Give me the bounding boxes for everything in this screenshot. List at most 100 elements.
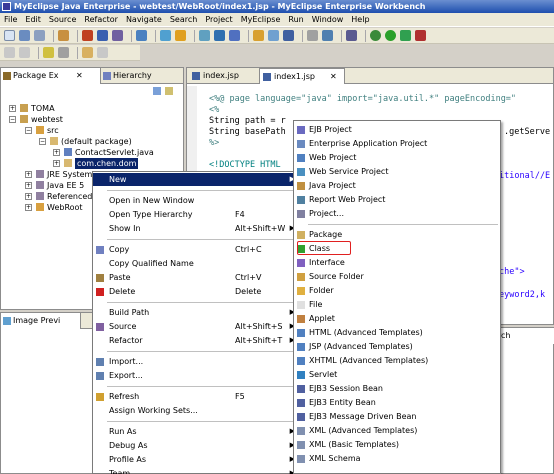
expand-icon[interactable]: + xyxy=(25,193,32,200)
collapse-icon[interactable]: − xyxy=(9,116,16,123)
new-menu-item-servlet[interactable]: Servlet xyxy=(294,368,500,381)
external-tools-icon[interactable] xyxy=(400,30,411,41)
new-menu-item-xml-schema[interactable]: XML Schema xyxy=(294,452,500,465)
new-menu-item-xml-advanced-templates[interactable]: XML (Advanced Templates) xyxy=(294,424,500,437)
forward-icon[interactable] xyxy=(97,47,108,58)
collapse-icon[interactable]: − xyxy=(39,138,46,145)
new-menu-item-web-project[interactable]: Web Project xyxy=(294,151,500,164)
new-menu-item-ejb3-session-bean[interactable]: EJB3 Session Bean xyxy=(294,382,500,395)
new-icon[interactable] xyxy=(4,30,15,41)
server-icon[interactable] xyxy=(82,30,93,41)
code-line-6[interactable]: <!DOCTYPE HTML xyxy=(209,160,281,171)
print-icon[interactable] xyxy=(34,30,45,41)
browser-icon[interactable] xyxy=(136,30,147,41)
menu-window[interactable]: Window xyxy=(312,15,344,24)
code-line-2[interactable]: <% xyxy=(209,105,219,116)
new-menu-item-jsp-advanced-templates[interactable]: JSP (Advanced Templates) xyxy=(294,340,500,353)
deploy-icon[interactable] xyxy=(97,30,108,41)
new-jsp-icon[interactable] xyxy=(199,30,210,41)
debug-icon[interactable] xyxy=(370,30,381,41)
tab-hierarchy[interactable]: Hierarchy xyxy=(101,68,185,84)
context-menu-item-copy[interactable]: Copy Ctrl+C xyxy=(93,243,299,256)
code-line-5[interactable]: %> xyxy=(209,138,219,149)
context-menu-item-assign-working-sets[interactable]: Assign Working Sets... xyxy=(93,404,299,417)
context-menu-item-show-in[interactable]: Show InAlt+Shift+W▶ xyxy=(93,222,299,235)
new-menu-item-web-service-project[interactable]: Web Service Project xyxy=(294,165,500,178)
context-menu-item-open-in-new-window[interactable]: Open in New Window xyxy=(93,194,299,207)
prev-annotation-icon[interactable] xyxy=(58,47,69,58)
web-icon[interactable] xyxy=(160,30,171,41)
run-icon[interactable] xyxy=(385,30,396,41)
menu-edit[interactable]: Edit xyxy=(25,15,41,24)
new-menu-item-project[interactable]: Project... xyxy=(294,207,500,220)
close-icon[interactable]: ✕ xyxy=(76,68,83,84)
context-menu-item-new[interactable]: New▶ xyxy=(93,173,299,186)
code-line-3[interactable]: String path = r xyxy=(209,116,286,127)
context-menu-item-team[interactable]: Team▶ xyxy=(93,467,299,474)
new-menu-item-xhtml-advanced-templates[interactable]: XHTML (Advanced Templates) xyxy=(294,354,500,367)
context-menu-item-export[interactable]: Export... xyxy=(93,369,299,382)
expand-icon[interactable]: + xyxy=(25,182,32,189)
tab-index-jsp[interactable]: index.jsp xyxy=(189,68,257,84)
new-html-icon[interactable] xyxy=(214,30,225,41)
menu-navigate[interactable]: Navigate xyxy=(126,15,162,24)
last-edit-icon[interactable] xyxy=(4,47,15,58)
menu-file[interactable]: File xyxy=(4,15,17,24)
open-type-icon[interactable] xyxy=(58,30,69,41)
new-menu-item-interface[interactable]: Interface xyxy=(294,256,500,269)
window-icon[interactable] xyxy=(322,30,333,41)
new-menu-item-package[interactable]: Package xyxy=(294,228,500,241)
search-file-icon[interactable] xyxy=(175,30,186,41)
menu-refactor[interactable]: Refactor xyxy=(84,15,118,24)
context-menu-item-build-path[interactable]: Build Path▶ xyxy=(93,306,299,319)
menu-search[interactable]: Search xyxy=(170,15,197,24)
expand-icon[interactable]: + xyxy=(25,204,32,211)
image-icon[interactable] xyxy=(268,30,279,41)
code-line-1[interactable]: <%@ page language="java" import="java.ut… xyxy=(209,94,516,105)
context-menu-item-copy-qualified-name[interactable]: Copy Qualified Name xyxy=(93,257,299,270)
open-folder-icon[interactable] xyxy=(253,30,264,41)
launch-icon[interactable] xyxy=(112,30,123,41)
annotation-icon[interactable] xyxy=(43,47,54,58)
new-menu-item-source-folder[interactable]: Source Folder xyxy=(294,270,500,283)
new-xml-icon[interactable] xyxy=(229,30,240,41)
context-menu-item-profile-as[interactable]: Profile As▶ xyxy=(93,453,299,466)
code-line-4[interactable]: String basePath xyxy=(209,127,286,138)
tab-package-explorer[interactable]: Package Ex ✕ xyxy=(1,68,101,84)
new-menu-item-ejb-project[interactable]: EJB Project xyxy=(294,123,500,136)
context-menu-item-debug-as[interactable]: Debug As▶ xyxy=(93,439,299,452)
save-icon[interactable] xyxy=(19,30,30,41)
new-menu-item-file[interactable]: File xyxy=(294,298,500,311)
expand-icon[interactable]: + xyxy=(9,105,16,112)
menu-help[interactable]: Help xyxy=(351,15,369,24)
context-menu-item-open-type-hierarchy[interactable]: Open Type Hierarchy F4 xyxy=(93,208,299,221)
new-menu-item-enterprise-application-project[interactable]: Enterprise Application Project xyxy=(294,137,500,150)
tab-image-preview[interactable]: Image Previ xyxy=(1,313,81,329)
new-menu-item-ejb3-message-driven-bean[interactable]: EJB3 Message Driven Bean xyxy=(294,410,500,423)
close-icon[interactable]: ✕ xyxy=(330,69,337,85)
menu-source[interactable]: Source xyxy=(49,15,76,24)
pin-icon[interactable] xyxy=(19,47,30,58)
new-menu-item-report-web-project[interactable]: Report Web Project xyxy=(294,193,500,206)
new-menu-item-folder[interactable]: Folder xyxy=(294,284,500,297)
context-menu-item-delete[interactable]: Delete Delete xyxy=(93,285,299,298)
menu-run[interactable]: Run xyxy=(288,15,303,24)
collapse-icon[interactable]: − xyxy=(25,127,32,134)
expand-icon[interactable]: + xyxy=(53,149,60,156)
expand-icon[interactable]: + xyxy=(53,160,60,167)
back-icon[interactable] xyxy=(82,47,93,58)
new-menu-item-html-advanced-templates[interactable]: HTML (Advanced Templates) xyxy=(294,326,500,339)
tools-icon[interactable] xyxy=(307,30,318,41)
context-menu-item-source[interactable]: SourceAlt+Shift+S▶ xyxy=(93,320,299,333)
tab-index1-jsp[interactable]: index1.jsp ✕ xyxy=(259,68,345,84)
menu-myeclipse[interactable]: MyEclipse xyxy=(241,15,281,24)
new-menu-item-ejb3-entity-bean[interactable]: EJB3 Entity Bean xyxy=(294,396,500,409)
context-menu-item-refactor[interactable]: RefactorAlt+Shift+T▶ xyxy=(93,334,299,347)
expand-icon[interactable]: + xyxy=(25,171,32,178)
monitor-icon[interactable] xyxy=(346,30,357,41)
context-menu-item-refresh[interactable]: Refresh F5 xyxy=(93,390,299,403)
new-menu-item-java-project[interactable]: Java Project xyxy=(294,179,500,192)
stop-icon[interactable] xyxy=(415,30,426,41)
context-menu-item-run-as[interactable]: Run As▶ xyxy=(93,425,299,438)
menu-project[interactable]: Project xyxy=(205,15,232,24)
